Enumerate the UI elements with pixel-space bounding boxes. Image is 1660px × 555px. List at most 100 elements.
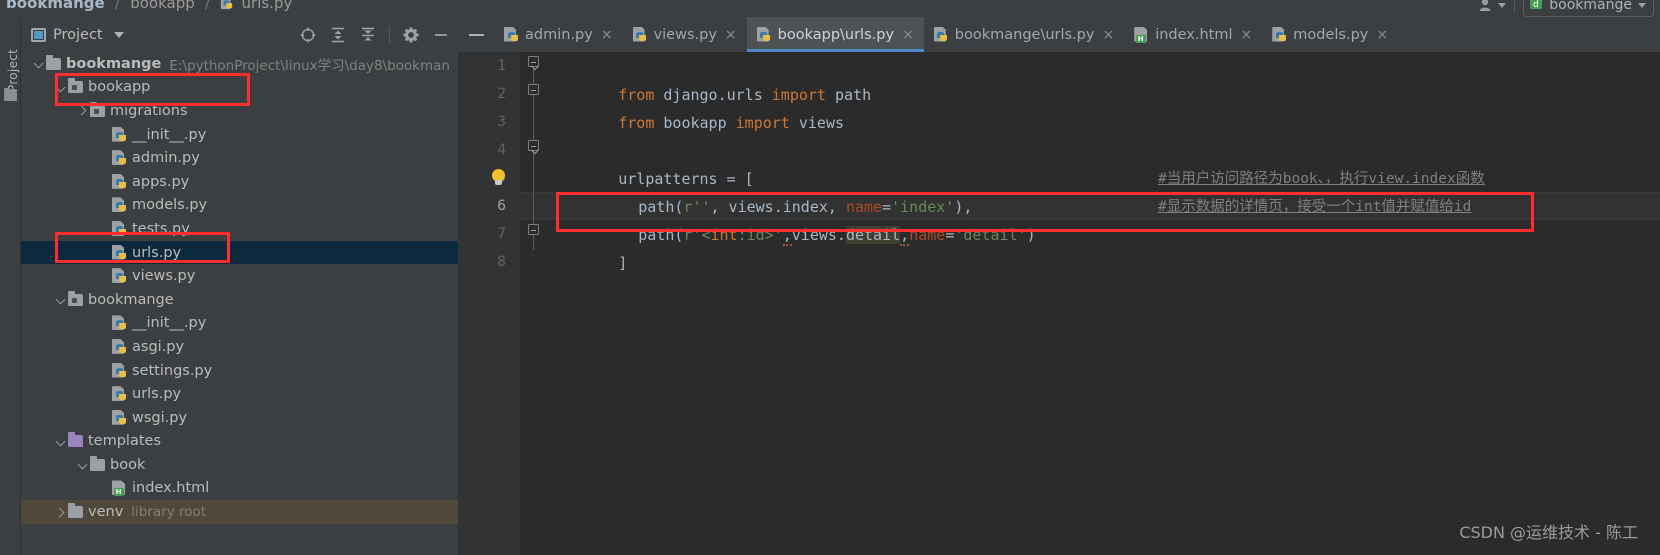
tool-window-button-project[interactable]: Project	[6, 32, 20, 92]
editor-tab-index-html[interactable]: Hindex.html ×	[1124, 17, 1262, 52]
project-panel-title-group[interactable]: Project	[31, 27, 124, 43]
tree-node-bookmange[interactable]: bookmange	[21, 288, 458, 312]
breadcrumb-item-app[interactable]: bookapp	[130, 0, 195, 12]
tree-node-label: migrations	[110, 102, 188, 119]
project-panel: Project bookmange E:\pythonProject\linux…	[21, 17, 458, 555]
hide-editor-button[interactable]	[458, 17, 494, 52]
html-file-icon: H	[1134, 26, 1149, 43]
tree-node-admin-py[interactable]: admin.py	[21, 146, 458, 170]
editor-tab-views-py[interactable]: views.py ×	[623, 17, 747, 52]
tree-node-migrations[interactable]: migrations	[21, 99, 458, 123]
code-line-7: ]	[546, 221, 627, 272]
tree-node-settings-py[interactable]: settings.py	[21, 359, 458, 383]
expand-all-icon[interactable]	[329, 26, 347, 44]
fold-marker-line4[interactable]	[528, 140, 539, 151]
python-file-icon	[1272, 26, 1287, 43]
close-icon[interactable]: ×	[902, 27, 914, 43]
close-icon[interactable]: ×	[601, 27, 613, 43]
tree-node-views-py[interactable]: views.py	[21, 264, 458, 288]
tree-twisty-down[interactable]	[77, 458, 90, 471]
python-file-icon	[632, 26, 648, 43]
fold-marker-line1[interactable]	[528, 56, 539, 67]
breadcrumb-item-project[interactable]: bookmange	[6, 0, 105, 12]
folder-icon	[68, 503, 83, 519]
tree-node-bookapp[interactable]: bookapp	[21, 76, 458, 100]
tree-node-suffix: library root	[131, 504, 207, 521]
tree-node-index-html[interactable]: Hindex.html	[21, 477, 458, 501]
breadcrumb: bookmange / bookapp / urls.py	[6, 0, 292, 14]
collapse-all-icon[interactable]	[359, 26, 377, 44]
line-number-6: 6	[497, 198, 506, 214]
python-file-icon	[112, 220, 127, 237]
tree-twisty-down[interactable]	[55, 293, 68, 306]
tree-node-wsgi-py[interactable]: wsgi.py	[21, 406, 458, 430]
project-tree[interactable]: bookmange E:\pythonProject\linux学习\day8\b…	[21, 52, 458, 555]
fold-marker-line7[interactable]	[528, 224, 539, 235]
editor-tab-bookapp-urls-py[interactable]: bookapp\urls.py ×	[746, 17, 924, 52]
tree-node-urls-py[interactable]: urls.py	[21, 240, 458, 265]
close-icon[interactable]: ×	[725, 27, 737, 43]
close-icon[interactable]: ×	[1102, 27, 1114, 43]
tree-twisty-down[interactable]	[55, 435, 68, 448]
close-icon[interactable]: ×	[1241, 27, 1253, 43]
tree-node-asgi-py[interactable]: asgi.py	[21, 335, 458, 359]
tree-twisty-down[interactable]	[55, 81, 68, 94]
code-editor[interactable]: 12345678 from django.urls import path fr…	[458, 52, 1660, 555]
tree-node-venv[interactable]: venv library root	[21, 500, 458, 524]
missing-space-comma-2: ,	[900, 226, 910, 246]
python-file-icon	[112, 150, 127, 166]
close-icon[interactable]: ×	[1376, 27, 1388, 43]
line-number-1: 1	[497, 58, 506, 74]
python-file-icon	[220, 0, 234, 14]
code-folding-ribbon[interactable]	[520, 52, 546, 555]
tree-node-label: urls.py	[132, 386, 182, 403]
editor-tab-bookmange-urls-py[interactable]: bookmange\urls.py ×	[924, 17, 1124, 52]
tree-node-models-py[interactable]: models.py	[21, 194, 458, 218]
breadcrumb-item-file[interactable]: urls.py	[242, 0, 293, 12]
chevron-down-icon-panel[interactable]	[113, 31, 124, 38]
python-file-icon	[112, 126, 127, 143]
python-file-icon	[504, 26, 519, 43]
tool-window-strip: Project	[0, 17, 21, 555]
tree-node-book[interactable]: book	[21, 453, 458, 477]
html-file-icon: H	[112, 480, 127, 497]
tree-node-templates[interactable]: templates	[21, 430, 458, 454]
tree-node-tests-py[interactable]: tests.py	[21, 217, 458, 241]
equals-6: =	[945, 226, 955, 244]
locate-icon[interactable]	[299, 26, 317, 44]
lightbulb-icon[interactable]	[492, 169, 505, 186]
code-line-5: path(r'', views.index, name='index'),	[566, 165, 972, 216]
tree-node-label: views.py	[132, 268, 196, 285]
gear-icon[interactable]	[402, 26, 420, 44]
tree-node-bookmange[interactable]: bookmange E:\pythonProject\linux学习\day8\b…	[21, 52, 458, 76]
line-number-3: 3	[497, 114, 506, 130]
run-configuration-selector[interactable]: d bookmange	[1523, 0, 1654, 17]
editor-tab-label: models.py	[1293, 26, 1369, 43]
comment-line-5: #当用户访问路径为book、，执行view.index函数	[1158, 171, 1485, 187]
user-icon[interactable]	[1478, 0, 1507, 12]
tree-twisty-right[interactable]	[77, 104, 90, 117]
editor-tab-label: views.py	[653, 26, 717, 43]
editor-tab-models-py[interactable]: models.py ×	[1262, 17, 1398, 52]
tree-node--init-py[interactable]: __init__.py	[21, 312, 458, 336]
fold-marker-line2[interactable]	[528, 84, 539, 95]
tree-node-label: admin.py	[132, 150, 200, 167]
minimize-icon-editor	[468, 33, 484, 36]
editor-tab-bar[interactable]: admin.py × views.py × bookapp\urls.py × bookma…	[458, 17, 1660, 52]
minimize-icon[interactable]	[432, 26, 450, 44]
missing-space-comma-1: ,	[782, 226, 792, 246]
tree-twisty-right[interactable]	[55, 506, 68, 519]
tree-node--init-py[interactable]: __init__.py	[21, 123, 458, 147]
project-icon	[31, 27, 46, 42]
tree-node-apps-py[interactable]: apps.py	[21, 170, 458, 194]
toolbar-divider-panel	[389, 26, 390, 43]
tree-node-urls-py[interactable]: urls.py	[21, 382, 458, 406]
route-close-6: :id>'	[737, 226, 783, 244]
editor-tab-admin-py[interactable]: admin.py ×	[494, 17, 623, 52]
python-file-icon	[112, 409, 127, 426]
line-number-8: 8	[497, 254, 506, 270]
editor-gutter[interactable]: 12345678	[458, 52, 520, 555]
tree-twisty-down[interactable]	[33, 57, 46, 70]
tree-node-label: bookapp	[88, 79, 151, 96]
code-line-1: from django.urls import path	[546, 53, 871, 104]
